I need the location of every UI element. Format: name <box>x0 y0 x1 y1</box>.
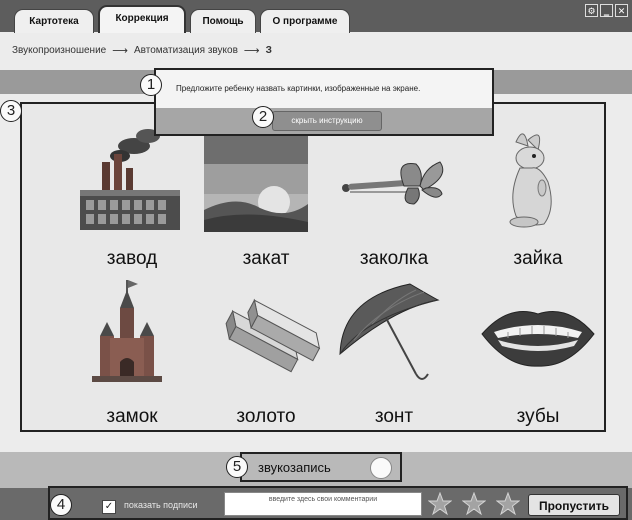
marker-4: 4 <box>50 494 72 516</box>
marker-1: 1 <box>140 74 162 96</box>
gold-bars-icon <box>225 298 321 373</box>
tab-korrektsiya[interactable]: Коррекция <box>98 5 186 33</box>
show-captions-label: показать подписи <box>124 500 198 510</box>
skip-button[interactable]: Пропустить <box>528 494 620 516</box>
rating-star-3[interactable] <box>496 492 520 516</box>
card-label: завод <box>106 248 158 269</box>
card-label: заколка <box>359 248 429 269</box>
card-label: закат <box>242 248 290 269</box>
card-label: золото <box>236 406 296 427</box>
settings-icon[interactable]: ⚙ <box>585 4 598 17</box>
recording-label: звукозапись <box>258 460 331 475</box>
hide-instruction-button[interactable]: скрыть инструкцию <box>272 111 382 131</box>
sunset-icon <box>204 126 308 232</box>
breadcrumb-item-zvukoproiznoshenie[interactable]: Звукопроизношение <box>12 45 106 56</box>
bunny-icon <box>509 133 552 228</box>
rating-star-2[interactable] <box>462 492 486 516</box>
instruction-text: Предложите ребенку назвать картинки, изо… <box>176 84 421 93</box>
show-captions-checkbox[interactable]: ✓ <box>102 500 116 514</box>
breadcrumb-item-avtomatizatsiya[interactable]: Автоматизация звуков <box>134 45 238 56</box>
card-label: замок <box>106 406 158 427</box>
castle-icon <box>92 280 162 382</box>
breadcrumb-arrow-icon: ⟶ <box>112 45 129 57</box>
breadcrumb-arrow-icon: ⟶ <box>243 45 260 57</box>
window-controls: ⚙ ‗ ✕ <box>585 4 628 17</box>
hairpin-icon <box>342 161 444 205</box>
record-button[interactable] <box>370 457 392 479</box>
close-icon[interactable]: ✕ <box>615 4 628 17</box>
marker-5: 5 <box>226 456 248 478</box>
breadcrumb: Звукопроизношение ⟶ Автоматизация звуков… <box>12 44 272 57</box>
tab-o-programme[interactable]: О программе <box>260 9 350 33</box>
instruction-popup: Предложите ребенку назвать картинки, изо… <box>154 68 494 136</box>
minimize-icon[interactable]: ‗ <box>600 4 613 17</box>
rating-star-1[interactable] <box>428 492 452 516</box>
teeth-icon <box>481 311 595 367</box>
instruction-bar: скрыть инструкцию <box>156 108 492 134</box>
breadcrumb-item-sound: З <box>265 45 272 56</box>
card-label: зонт <box>374 406 414 427</box>
marker-2: 2 <box>252 106 274 128</box>
picture-grid: завод закат заколка зайка замок золото з… <box>20 102 606 432</box>
factory-icon <box>80 129 180 230</box>
card-label: зубы <box>516 406 560 427</box>
comment-input[interactable]: введите здесь свои комментарии <box>224 492 422 516</box>
card-label: зайка <box>513 248 563 269</box>
tab-pomoshch[interactable]: Помощь <box>190 9 256 33</box>
umbrella-icon <box>339 283 440 380</box>
tab-kartoteka[interactable]: Картотека <box>14 9 94 33</box>
marker-3: 3 <box>0 100 22 122</box>
